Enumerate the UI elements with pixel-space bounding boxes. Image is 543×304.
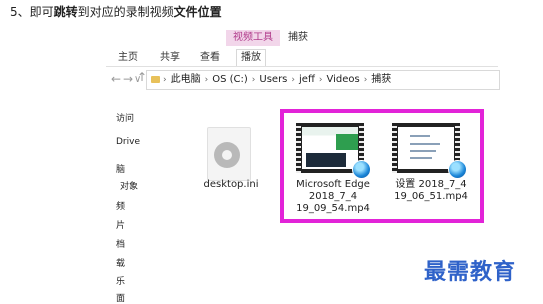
caption-bold-jump: 跳转: [53, 5, 78, 19]
step-caption: 5、即可跳转到对应的录制视频文件位置: [10, 3, 222, 20]
breadcrumb-this-pc[interactable]: 此电脑: [171, 74, 201, 85]
settings-file-icon[interactable]: [207, 127, 251, 181]
breadcrumb-videos[interactable]: Videos: [326, 74, 359, 85]
nav-item-documents[interactable]: 档: [116, 237, 125, 250]
file-item-desktop-ini[interactable]: desktop.ini: [196, 179, 266, 191]
separator-chevron-icon[interactable]: ›: [291, 75, 295, 85]
caption-mid: 到对应的录制视频: [77, 5, 174, 19]
folder-icon: [151, 75, 160, 83]
breadcrumb-os-c[interactable]: OS (C:): [212, 74, 248, 85]
ribbon-divider: [106, 66, 498, 67]
separator-chevron-icon[interactable]: ›: [205, 75, 209, 85]
nav-item-onedrive[interactable]: Drive: [116, 137, 140, 147]
forward-arrow-icon[interactable]: →: [123, 72, 133, 86]
nav-item-quick-access[interactable]: 访问: [116, 111, 134, 124]
tab-video-tools[interactable]: 视频工具: [226, 30, 280, 46]
separator-chevron-icon[interactable]: ›: [364, 75, 368, 85]
watermark: 最需教育: [424, 259, 517, 285]
breadcrumb-jeff[interactable]: jeff: [299, 74, 315, 85]
caption-bold-location: 文件位置: [173, 5, 222, 19]
nav-item-this-pc[interactable]: 脑: [116, 162, 125, 175]
tab-home[interactable]: 主页: [118, 50, 138, 66]
tab-view[interactable]: 查看: [200, 50, 220, 66]
tab-share[interactable]: 共享: [160, 50, 180, 66]
nav-item-downloads[interactable]: 载: [116, 256, 125, 269]
separator-chevron-icon[interactable]: ›: [319, 75, 323, 85]
breadcrumb-capture[interactable]: 捕获: [371, 74, 391, 85]
nav-item-3d-objects[interactable]: 对象: [120, 179, 138, 192]
window-title-capture: 捕获: [288, 32, 308, 43]
address-bar[interactable]: › 此电脑 › OS (C:) › Users › jeff › Videos › 捕获: [146, 70, 500, 90]
nav-item-videos[interactable]: 频: [116, 199, 125, 212]
caption-prefix: 5、即可: [10, 5, 54, 19]
back-arrow-icon[interactable]: ←: [111, 72, 121, 86]
nav-item-pictures[interactable]: 片: [116, 218, 125, 231]
nav-item-music[interactable]: 乐: [116, 274, 125, 287]
highlight-box: [280, 109, 484, 223]
nav-item-desktop[interactable]: 面: [116, 291, 125, 304]
separator-chevron-icon[interactable]: ›: [252, 75, 256, 85]
separator-chevron-icon[interactable]: ›: [163, 75, 167, 85]
gear-icon: [214, 142, 240, 168]
tab-play[interactable]: 播放: [236, 49, 266, 66]
ribbon-tabs: 主页 共享 查看 播放: [110, 49, 510, 66]
breadcrumb-users[interactable]: Users: [259, 74, 287, 85]
navigation-pane: 访问 Drive 脑 对象 频 片 档 载 乐 面: [106, 95, 146, 304]
file-name: desktop.ini: [203, 179, 259, 190]
